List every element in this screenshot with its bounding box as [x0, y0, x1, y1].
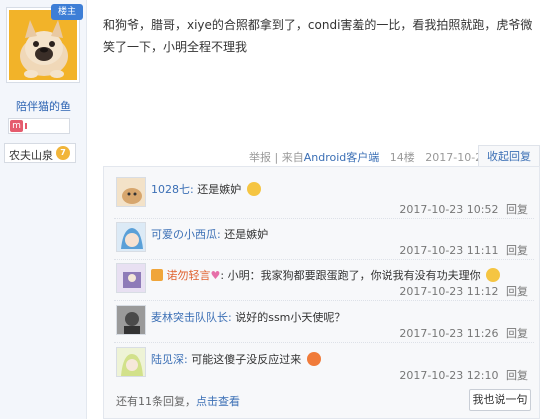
reply-avatar[interactable]	[116, 177, 146, 207]
reply-divider	[114, 300, 534, 301]
reply-time: 2017-10-23 11:11	[399, 244, 499, 257]
more-replies: 还有11条回复，点击查看	[116, 393, 240, 409]
reply-avatar-image	[117, 178, 145, 206]
level-number: 7	[56, 146, 70, 160]
reply-username[interactable]: 诺勿轻言	[167, 269, 211, 282]
reply-time: 2017-10-23 11:26	[399, 327, 499, 340]
reply-meta: 2017-10-23 11:12 回复	[399, 283, 528, 299]
laugh-emoji-icon	[306, 352, 321, 366]
reply-button[interactable]: 回复	[506, 285, 528, 298]
reply-divider	[114, 218, 534, 219]
member-level-bar	[25, 123, 27, 129]
reply-avatar[interactable]	[116, 347, 146, 377]
report-link[interactable]: 举报	[249, 151, 271, 164]
dog-illustration	[9, 10, 77, 80]
reply-text-line: 麦林突击队队长: 说好的ssm小天使呢？	[151, 309, 345, 325]
level-title: 农夫山泉	[9, 149, 53, 162]
reply-username[interactable]: 1028七:	[151, 183, 194, 196]
reply-text-line: 可爱の小西瓜: 还是嫉妒	[151, 226, 268, 242]
reply-button[interactable]: 回复	[506, 244, 528, 257]
reply-meta: 2017-10-23 11:26 回复	[399, 325, 528, 341]
op-badge: 楼主	[51, 4, 83, 20]
smile-emoji-icon	[486, 268, 501, 282]
post-floor: 楼主 陪伴猫的鱼 m 农夫山泉 7 和狗爷，腊哥，xiye的合照都拿到了，con…	[0, 0, 550, 419]
reply-avatar[interactable]	[116, 305, 146, 335]
reply-content: : 小明：我家狗都要跟蛋跑了，你说我有没有功夫理你	[220, 269, 481, 282]
reply-text-line: 陆见深: 可能这傻子没反应过来	[151, 351, 321, 367]
vip-crown-icon	[151, 269, 163, 281]
reply-meta: 2017-10-23 12:10 回复	[399, 367, 528, 383]
reply-meta: 2017-10-23 11:11 回复	[399, 242, 528, 258]
reply-content: 还是嫉妒	[224, 228, 269, 241]
reply-time: 2017-10-23 10:52	[399, 203, 499, 216]
reply-button[interactable]: 回复	[506, 327, 528, 340]
reply-username[interactable]: 陆见深:	[151, 353, 188, 366]
author-username[interactable]: 陪伴猫的鱼	[0, 98, 87, 114]
reply-button[interactable]: 回复	[506, 203, 528, 216]
smile-emoji-icon	[246, 182, 261, 196]
say-something-button[interactable]: 我也说一句	[469, 389, 531, 411]
reply-time: 2017-10-23 12:10	[399, 369, 499, 382]
collapse-reply-button[interactable]: 收起回复	[478, 145, 540, 167]
member-level-box[interactable]: m	[8, 118, 70, 134]
author-column: 楼主 陪伴猫的鱼 m 农夫山泉 7	[0, 0, 87, 419]
reply-content: 还是嫉妒	[197, 183, 242, 196]
reply-list: 1028七: 还是嫉妒 2017-10-23 10:52 回复 可爱の小西瓜:	[103, 166, 540, 419]
reply-divider	[114, 259, 534, 260]
floor-number: 14楼	[389, 151, 415, 164]
reply-avatar-image	[117, 348, 145, 376]
meta-separator: |	[274, 151, 279, 164]
source-prefix: 来自	[281, 151, 304, 164]
heart-icon: ♥	[210, 269, 221, 282]
reply-button[interactable]: 回复	[506, 369, 528, 382]
reply-meta: 2017-10-23 10:52 回复	[399, 201, 528, 217]
client-source-link[interactable]: Android客户端	[304, 151, 380, 164]
reply-avatar[interactable]	[116, 263, 146, 293]
more-replies-count: 还有11条回复，	[116, 395, 196, 408]
reply-username[interactable]: 可爱の小西瓜:	[151, 228, 221, 241]
reply-text-line: 诺勿轻言♥: 小明：我家狗都要跟蛋跑了，你说我有没有功夫理你	[151, 267, 501, 283]
reply-content: 可能这傻子没反应过来	[191, 353, 302, 366]
reply-avatar[interactable]	[116, 222, 146, 252]
bar-level-badge[interactable]: 农夫山泉 7	[4, 143, 76, 163]
reply-content: 说好的ssm小天使呢？	[235, 311, 346, 324]
author-avatar[interactable]: 楼主	[6, 4, 83, 83]
reply-text-line: 1028七: 还是嫉妒	[151, 181, 261, 197]
reply-divider	[114, 342, 534, 343]
view-more-link[interactable]: 点击查看	[196, 395, 240, 408]
member-icon: m	[10, 120, 23, 132]
reply-avatar-image	[117, 264, 145, 292]
post-content: 和狗爷，腊哥，xiye的合照都拿到了，condi害羞的一比，看我拍照就跑，虎爷微…	[103, 18, 533, 54]
reply-avatar-image	[117, 223, 145, 251]
reply-avatar-image	[117, 306, 145, 334]
reply-time: 2017-10-23 11:12	[399, 285, 499, 298]
reply-username[interactable]: 麦林突击队队长:	[151, 311, 232, 324]
dog-avatar-image	[9, 10, 77, 80]
